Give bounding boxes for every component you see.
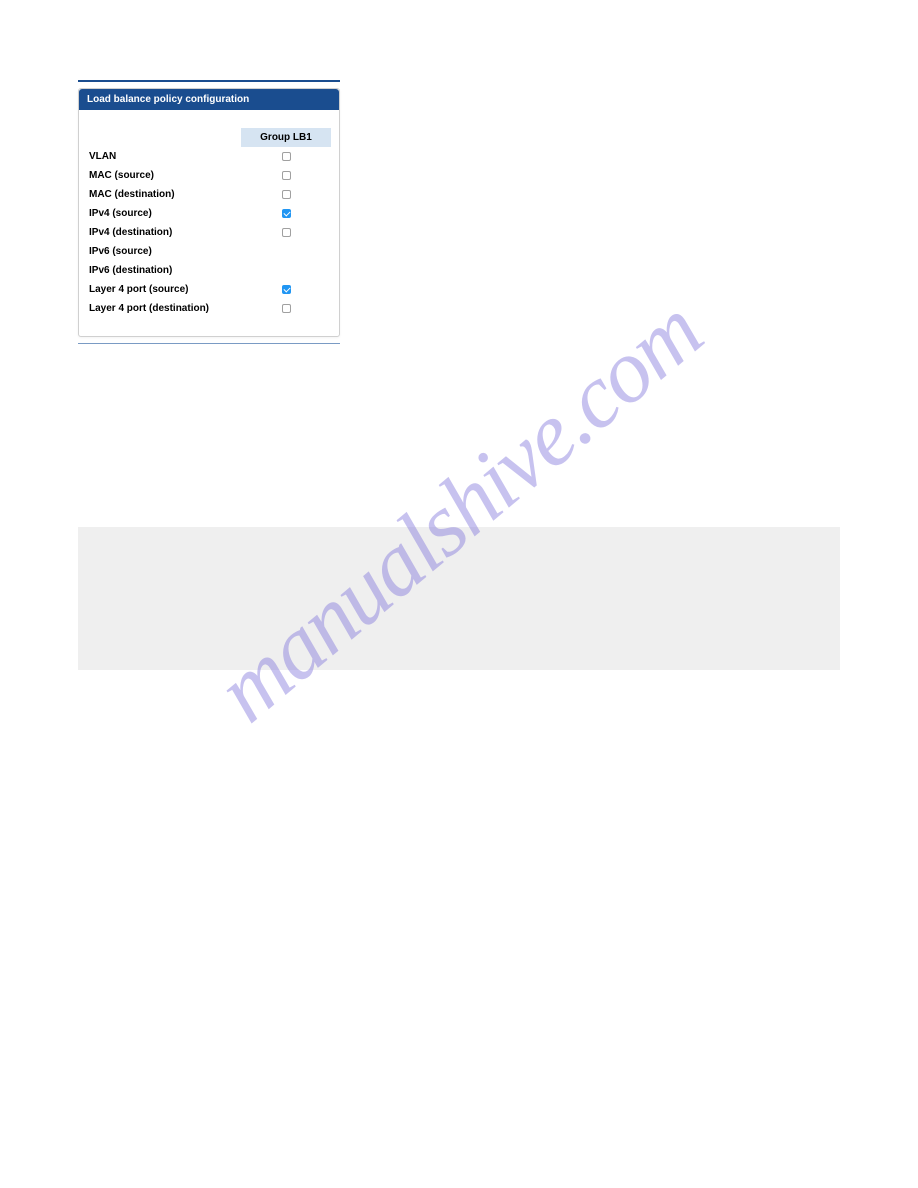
config-row: VLAN — [87, 147, 331, 166]
config-row-checkbox-cell — [241, 242, 331, 261]
checkbox[interactable] — [282, 228, 291, 237]
config-row-label: IPv6 (source) — [87, 242, 241, 261]
config-row-label: Layer 4 port (source) — [87, 280, 241, 299]
config-row-checkbox-cell — [241, 223, 331, 242]
config-row-checkbox-cell — [241, 280, 331, 299]
config-row-label: MAC (source) — [87, 166, 241, 185]
config-row: IPv4 (source) — [87, 204, 331, 223]
config-row-label: VLAN — [87, 147, 241, 166]
page-content: Load balance policy configuration Group … — [0, 0, 918, 384]
config-row: IPv6 (source) — [87, 242, 331, 261]
config-row-label: IPv4 (destination) — [87, 223, 241, 242]
config-row-checkbox-cell — [241, 147, 331, 166]
config-row-label: MAC (destination) — [87, 185, 241, 204]
checkbox[interactable] — [282, 171, 291, 180]
checkbox[interactable] — [282, 285, 291, 294]
config-row-checkbox-cell — [241, 166, 331, 185]
config-row-checkbox-cell — [241, 185, 331, 204]
config-row: IPv4 (destination) — [87, 223, 331, 242]
config-table: Group LB1 VLANMAC (source)MAC (destinati… — [87, 128, 331, 318]
config-row: Layer 4 port (source) — [87, 280, 331, 299]
config-row-label: IPv4 (source) — [87, 204, 241, 223]
checkbox[interactable] — [282, 209, 291, 218]
config-row-checkbox-cell — [241, 299, 331, 318]
group-header: Group LB1 — [241, 128, 331, 147]
checkbox[interactable] — [282, 152, 291, 161]
panel-wrapper: Load balance policy configuration Group … — [78, 80, 340, 344]
panel-title: Load balance policy configuration — [79, 89, 339, 110]
config-row-label: Layer 4 port (destination) — [87, 299, 241, 318]
blank-header — [87, 128, 241, 147]
config-row: MAC (source) — [87, 166, 331, 185]
config-panel: Load balance policy configuration Group … — [78, 88, 340, 337]
config-row-checkbox-cell — [241, 261, 331, 280]
config-row: Layer 4 port (destination) — [87, 299, 331, 318]
config-row: MAC (destination) — [87, 185, 331, 204]
config-row: IPv6 (destination) — [87, 261, 331, 280]
panel-body: Group LB1 VLANMAC (source)MAC (destinati… — [79, 110, 339, 336]
checkbox[interactable] — [282, 304, 291, 313]
checkbox[interactable] — [282, 190, 291, 199]
config-row-label: IPv6 (destination) — [87, 261, 241, 280]
config-rows-body: VLANMAC (source)MAC (destination)IPv4 (s… — [87, 147, 331, 318]
config-row-checkbox-cell — [241, 204, 331, 223]
gray-placeholder-block — [78, 527, 840, 670]
